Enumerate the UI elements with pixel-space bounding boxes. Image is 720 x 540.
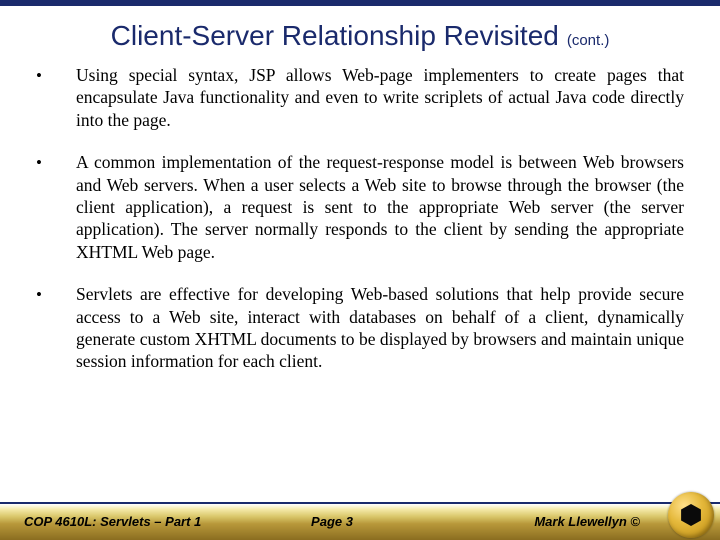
footer-content: COP 4610L: Servlets – Part 1 Page 3 Mark…: [0, 502, 720, 540]
ucf-logo-icon: [668, 492, 714, 538]
bullet-marker: •: [36, 64, 76, 131]
logo-circle: [668, 492, 714, 538]
bullet-item: • A common implementation of the request…: [36, 151, 684, 263]
slide-title-continued: (cont.): [567, 32, 610, 49]
bullet-item: • Servlets are effective for developing …: [36, 283, 684, 373]
logo-pegasus-icon: [680, 504, 702, 526]
slide-footer: COP 4610L: Servlets – Part 1 Page 3 Mark…: [0, 502, 720, 540]
bullet-marker: •: [36, 151, 76, 263]
slide-title-wrap: Client-Server Relationship Revisited (co…: [0, 6, 720, 60]
slide-body: • Using special syntax, JSP allows Web-p…: [0, 60, 720, 373]
slide-title: Client-Server Relationship Revisited: [111, 20, 559, 51]
bullet-marker: •: [36, 283, 76, 373]
footer-author: Mark Llewellyn ©: [353, 514, 660, 529]
bullet-text: Servlets are effective for developing We…: [76, 283, 684, 373]
footer-course: COP 4610L: Servlets – Part 1: [24, 514, 311, 529]
bullet-text: A common implementation of the request-r…: [76, 151, 684, 263]
footer-page: Page 3: [311, 514, 353, 529]
bullet-text: Using special syntax, JSP allows Web-pag…: [76, 64, 684, 131]
bullet-item: • Using special syntax, JSP allows Web-p…: [36, 64, 684, 131]
